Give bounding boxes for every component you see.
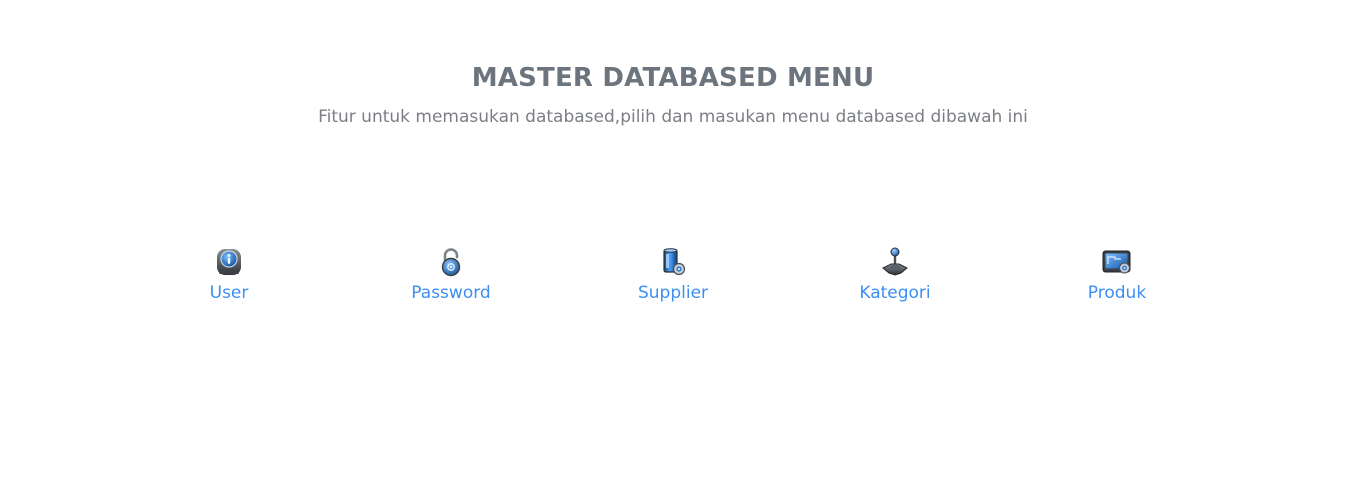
user-info-icon — [217, 249, 241, 275]
monitor-icon — [1102, 250, 1131, 274]
database-icon — [663, 248, 686, 276]
menu-item-label: Produk — [1087, 283, 1147, 303]
page-header: MASTER DATABASED MENU Fitur untuk memasu… — [0, 60, 1346, 128]
menu-item-label: Supplier — [637, 283, 709, 303]
menu-item-label: Password — [411, 283, 491, 303]
menu-item-supplier[interactable]: Supplier — [603, 246, 743, 306]
master-database-page: MASTER DATABASED MENU Fitur untuk memasu… — [0, 0, 1366, 482]
menu-item-label: User — [209, 283, 249, 303]
page-title: MASTER DATABASED MENU — [471, 63, 875, 93]
padlock-icon — [441, 248, 461, 277]
menu-item-password[interactable]: Password — [381, 246, 521, 306]
menu-item-produk[interactable]: Produk — [1047, 246, 1187, 306]
joystick-icon — [882, 247, 908, 276]
database-menu: User Password Supplier Kategori Produk — [0, 246, 1346, 316]
page-subtitle: Fitur untuk memasukan databased,pilih da… — [318, 107, 1028, 127]
menu-item-user[interactable]: User — [159, 246, 299, 306]
menu-item-label: Kategori — [859, 283, 931, 303]
menu-item-kategori[interactable]: Kategori — [825, 246, 965, 306]
